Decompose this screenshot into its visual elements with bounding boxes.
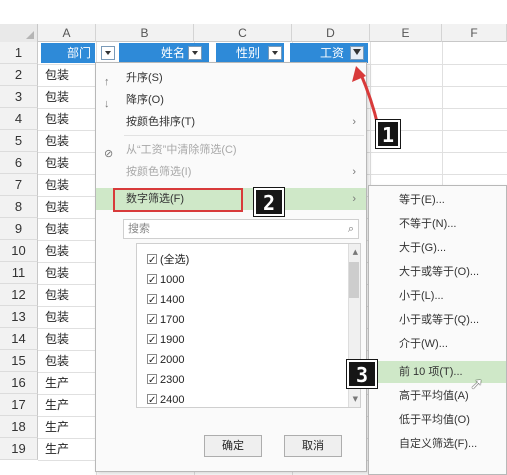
number-filters-highlight-box bbox=[113, 188, 243, 212]
step-badge-3: 3 bbox=[347, 360, 377, 388]
step-badge-2: 2 bbox=[254, 188, 284, 216]
mouse-pointer-icon: ➚ bbox=[470, 374, 484, 393]
step-badge-1: 1 bbox=[376, 120, 400, 148]
annotation-arrow bbox=[352, 66, 380, 127]
